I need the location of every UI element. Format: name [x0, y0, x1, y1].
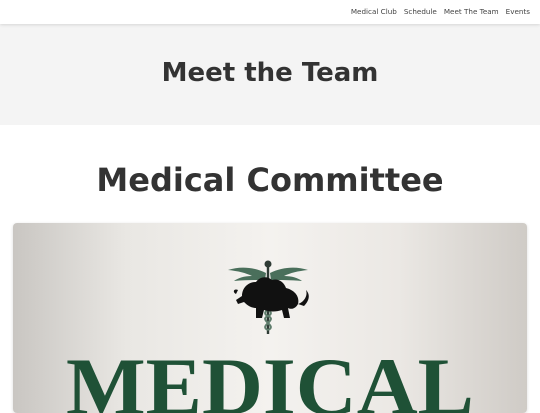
nav-menu: Medical Club Schedule Meet The Team Even… [351, 7, 530, 16]
poster-word: MEDICAL [66, 341, 474, 413]
section-title: Medical Committee [96, 161, 444, 199]
nav-item-meet-the-team[interactable]: Meet The Team [444, 7, 499, 16]
lion-caduceus-emblem-icon [228, 260, 309, 334]
medical-poster-image: MEDICAL [13, 223, 527, 413]
nav-item-medical-club[interactable]: Medical Club [351, 7, 397, 16]
poster-artwork: MEDICAL [66, 260, 474, 413]
top-navigation: Medical Club Schedule Meet The Team Even… [0, 0, 540, 24]
hero-banner: Meet the Team [0, 24, 540, 125]
nav-item-events[interactable]: Events [506, 7, 530, 16]
nav-item-schedule[interactable]: Schedule [404, 7, 437, 16]
page-title: Meet the Team [161, 58, 379, 88]
